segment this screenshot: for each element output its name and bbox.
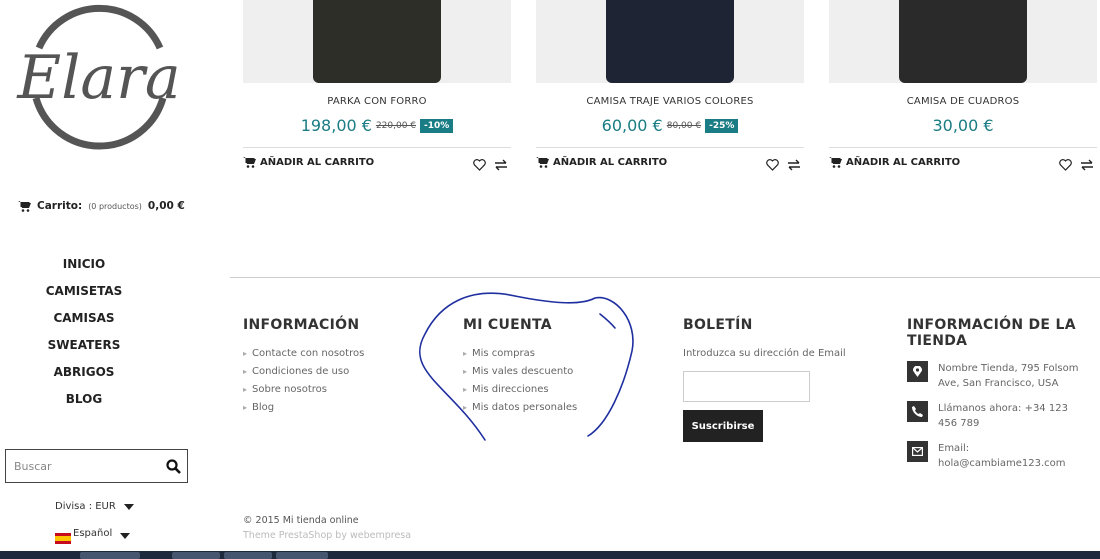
search-box xyxy=(5,449,188,483)
footer-informacion: INFORMACIÓN Contacte con nosotros Condic… xyxy=(243,317,364,419)
newsletter-email-field[interactable] xyxy=(683,371,810,402)
phone-text: Llámanos ahora: +34 123 456 789 xyxy=(938,403,1068,429)
add-to-cart-label: AÑADIR AL CARRITO xyxy=(260,157,375,168)
discount-badge: -25% xyxy=(705,118,739,133)
add-to-cart-button[interactable]: AÑADIR AL CARRITO xyxy=(829,157,960,168)
menu-item-camisas[interactable]: CAMISAS xyxy=(0,310,168,337)
menu-item-inicio[interactable]: INICIO xyxy=(0,256,168,283)
product-actions xyxy=(473,156,508,175)
product-actions xyxy=(766,156,801,175)
footer-store-info: INFORMACIÓN DE LA TIENDA Nombre Tienda, … xyxy=(907,317,1093,471)
product-image[interactable] xyxy=(829,0,1097,83)
store-email: Email: hola@cambiame123.com xyxy=(907,441,1093,471)
heart-icon[interactable] xyxy=(473,156,486,175)
old-price: 80,00 € xyxy=(666,120,702,131)
search-icon[interactable] xyxy=(159,458,187,474)
subscribe-button[interactable]: Suscribirse xyxy=(683,410,763,442)
heart-icon[interactable] xyxy=(1059,156,1072,175)
cart-label: Carrito: xyxy=(37,200,83,212)
footer-link[interactable]: Mis compras xyxy=(463,347,577,365)
cart-icon xyxy=(829,157,842,168)
cart-icon xyxy=(18,200,31,212)
menu-item-camisetas[interactable]: CAMISETAS xyxy=(0,283,168,310)
store-phone: Llámanos ahora: +34 123 456 789 xyxy=(907,401,1093,431)
add-to-cart-button[interactable]: AÑADIR AL CARRITO xyxy=(243,157,374,168)
heart-icon[interactable] xyxy=(766,156,779,175)
add-to-cart-label: AÑADIR AL CARRITO xyxy=(553,157,668,168)
product-name[interactable]: CAMISA TRAJE VARIOS COLORES xyxy=(536,96,804,107)
discount-badge: -10% xyxy=(420,118,454,133)
product-price: 30,00 € xyxy=(829,116,1097,135)
menu-item-sweaters[interactable]: SWEATERS xyxy=(0,337,168,364)
os-taskbar xyxy=(0,551,1100,559)
cart-icon xyxy=(536,157,549,168)
cart-icon xyxy=(243,157,256,168)
search-input[interactable] xyxy=(6,450,159,482)
logo-text: Elara xyxy=(16,43,180,113)
chevron-down-icon xyxy=(123,503,134,510)
footer-mi-cuenta: MI CUENTA Mis compras Mis vales descuent… xyxy=(463,317,577,419)
store-logo[interactable]: Elara xyxy=(6,2,192,154)
footer-link[interactable]: Blog xyxy=(243,401,364,419)
footer-boletin: BOLETÍN Introduzca su dirección de Email… xyxy=(683,317,846,442)
menu-item-abrigos[interactable]: ABRIGOS xyxy=(0,364,168,391)
currency-label: Divisa : EUR xyxy=(55,501,116,512)
footer-link[interactable]: Mis datos personales xyxy=(463,401,577,419)
product-name[interactable]: CAMISA DE CUADROS xyxy=(829,96,1097,107)
footer-link[interactable]: Sobre nosotros xyxy=(243,383,364,401)
address-text: Nombre Tienda, 795 Folsom Ave, San Franc… xyxy=(938,363,1079,389)
product-image[interactable] xyxy=(243,0,511,83)
product-image[interactable] xyxy=(536,0,804,83)
chevron-down-icon xyxy=(120,533,131,539)
main-menu: INICIO CAMISETAS CAMISAS SWEATERS ABRIGO… xyxy=(0,256,168,418)
footer-divider xyxy=(230,277,1100,278)
add-to-cart-button[interactable]: AÑADIR AL CARRITO xyxy=(536,157,667,168)
footer-heading: INFORMACIÓN xyxy=(243,317,360,333)
footer-heading: INFORMACIÓN DE LA TIENDA xyxy=(907,317,1076,349)
current-price: 60,00 € xyxy=(601,116,663,135)
old-price: 220,00 € xyxy=(375,120,417,131)
footer-link[interactable]: Condiciones de uso xyxy=(243,365,364,383)
currency-selector[interactable]: Divisa : EUR xyxy=(55,501,134,512)
cart-summary[interactable]: Carrito: (0 productos) 0,00 € xyxy=(18,200,185,212)
product-name[interactable]: PARKA CON FORRO xyxy=(243,96,511,107)
envelope-icon xyxy=(907,441,928,462)
current-price: 198,00 € xyxy=(300,116,372,135)
footer-link[interactable]: Mis direcciones xyxy=(463,383,577,401)
compare-icon[interactable] xyxy=(494,156,508,175)
copyright: © 2015 Mi tienda online xyxy=(243,515,359,526)
footer-link[interactable]: Contacte con nosotros xyxy=(243,347,364,365)
cart-total: 0,00 € xyxy=(147,200,185,212)
product-price: 60,00 € 80,00 € -25% xyxy=(536,116,804,135)
compare-icon[interactable] xyxy=(1080,156,1094,175)
footer-heading: MI CUENTA xyxy=(463,317,552,333)
map-marker-icon xyxy=(907,361,928,382)
phone-icon xyxy=(907,401,928,422)
language-selector[interactable]: Español xyxy=(55,528,131,544)
store-address: Nombre Tienda, 795 Folsom Ave, San Franc… xyxy=(907,361,1093,391)
language-label: Español xyxy=(73,528,113,539)
spain-flag-icon xyxy=(55,533,71,544)
footer-heading: BOLETÍN xyxy=(683,317,753,333)
theme-credit[interactable]: Theme PrestaShop by webempresa xyxy=(243,530,411,541)
product-price: 198,00 € 220,00 € -10% xyxy=(243,116,511,135)
product-actions xyxy=(1059,156,1094,175)
add-to-cart-label: AÑADIR AL CARRITO xyxy=(846,157,961,168)
footer-link[interactable]: Mis vales descuento xyxy=(463,365,577,383)
newsletter-text: Introduzca su dirección de Email xyxy=(683,348,846,359)
email-text[interactable]: Email: hola@cambiame123.com xyxy=(938,441,1086,471)
cart-count: (0 productos) xyxy=(88,201,142,211)
menu-item-blog[interactable]: BLOG xyxy=(0,391,168,418)
compare-icon[interactable] xyxy=(787,156,801,175)
current-price: 30,00 € xyxy=(932,116,994,135)
